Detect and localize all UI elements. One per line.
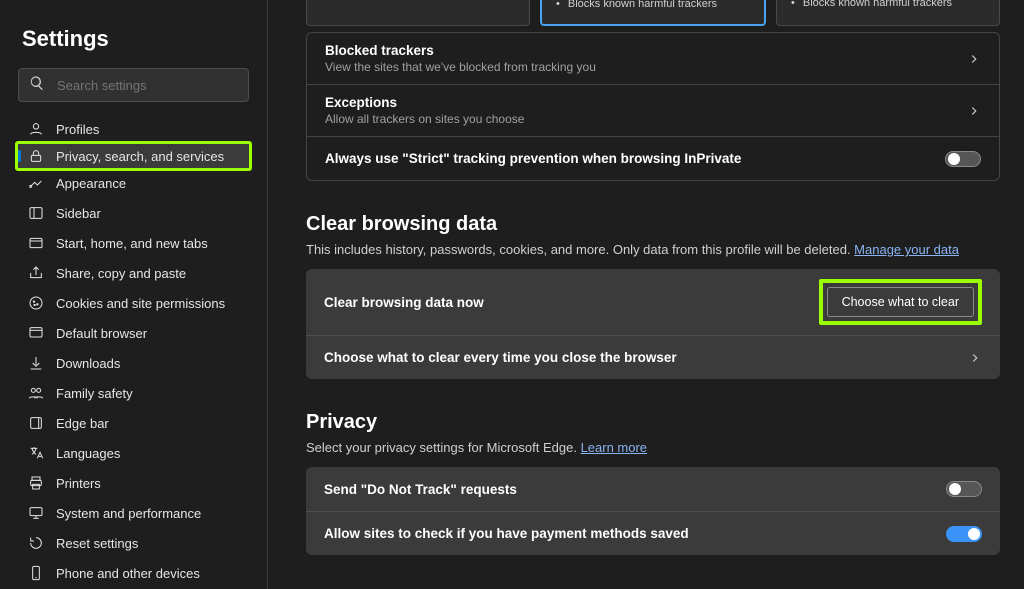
clear-browsing-heading: Clear browsing data xyxy=(306,213,1000,236)
do-not-track-row: Send "Do Not Track" requests xyxy=(306,467,1000,511)
row-title: Exceptions xyxy=(325,95,524,110)
exceptions-row[interactable]: Exceptions Allow all trackers on sites y… xyxy=(307,84,999,136)
phone-icon xyxy=(28,565,44,581)
sidebar-item-share[interactable]: Share, copy and paste xyxy=(18,258,249,288)
sidebar-item-cookies[interactable]: Cookies and site permissions xyxy=(18,288,249,318)
manage-your-data-link[interactable]: Manage your data xyxy=(854,242,959,257)
settings-content: Blocks known harmful trackers Sites will… xyxy=(268,0,1024,589)
reset-icon xyxy=(28,535,44,551)
languages-icon xyxy=(28,445,44,461)
tab-icon xyxy=(28,235,44,251)
sidebar-item-start[interactable]: Start, home, and new tabs xyxy=(18,228,249,258)
clear-now-row: Clear browsing data now Choose what to c… xyxy=(306,269,1000,335)
sidebar-item-label: Languages xyxy=(56,446,120,461)
sidebar-item-edgebar[interactable]: Edge bar xyxy=(18,408,249,438)
row-subtitle: View the sites that we've blocked from t… xyxy=(325,60,596,74)
settings-nav: Profiles Privacy, search, and services A… xyxy=(18,114,249,589)
share-icon xyxy=(28,265,44,281)
sidebar-icon xyxy=(28,205,44,221)
sidebar-item-family[interactable]: Family safety xyxy=(18,378,249,408)
sidebar-item-label: Appearance xyxy=(56,176,126,191)
privacy-heading: Privacy xyxy=(306,411,1000,434)
blocked-trackers-row[interactable]: Blocked trackers View the sites that we'… xyxy=(307,33,999,84)
sidebar-item-label: Cookies and site permissions xyxy=(56,296,225,311)
tracking-card-basic[interactable]: Blocks known harmful trackers xyxy=(306,0,530,26)
sidebar-item-languages[interactable]: Languages xyxy=(18,438,249,468)
tracking-card-balanced[interactable]: Sites will work as expected Blocks known… xyxy=(540,0,766,26)
choose-what-to-clear-button[interactable]: Choose what to clear xyxy=(827,287,974,317)
sidebar-item-printers[interactable]: Printers xyxy=(18,468,249,498)
sidebar-item-downloads[interactable]: Downloads xyxy=(18,348,249,378)
sidebar-item-label: Printers xyxy=(56,476,101,491)
privacy-subtitle: Select your privacy settings for Microso… xyxy=(306,440,1000,455)
settings-sidebar: Settings Profiles Privacy, search, and s… xyxy=(0,0,268,589)
sidebar-item-system[interactable]: System and performance xyxy=(18,498,249,528)
sidebar-item-privacy[interactable]: Privacy, search, and services xyxy=(15,141,252,171)
chevron-right-icon xyxy=(968,351,982,365)
row-title: Clear browsing data now xyxy=(324,295,484,310)
sidebar-item-label: Share, copy and paste xyxy=(56,266,186,281)
sidebar-item-label: Sidebar xyxy=(56,206,101,221)
clear-on-close-row[interactable]: Choose what to clear every time you clos… xyxy=(306,335,1000,379)
row-title: Allow sites to check if you have payment… xyxy=(324,526,689,541)
row-subtitle: Allow all trackers on sites you choose xyxy=(325,112,524,126)
row-title: Blocked trackers xyxy=(325,43,596,58)
sidebar-item-appearance[interactable]: Appearance xyxy=(18,168,249,198)
sidebar-item-label: Start, home, and new tabs xyxy=(56,236,208,251)
profiles-icon xyxy=(28,121,44,137)
search-settings-field[interactable] xyxy=(18,68,249,102)
sidebar-item-label: Reset settings xyxy=(56,536,138,551)
sidebar-item-label: System and performance xyxy=(56,506,201,521)
row-title: Choose what to clear every time you clos… xyxy=(324,350,677,365)
do-not-track-toggle[interactable] xyxy=(946,481,982,497)
sidebar-item-reset[interactable]: Reset settings xyxy=(18,528,249,558)
search-icon xyxy=(29,75,55,96)
printer-icon xyxy=(28,475,44,491)
row-title: Send "Do Not Track" requests xyxy=(324,482,517,497)
sidebar-item-label: Privacy, search, and services xyxy=(56,149,224,164)
search-input[interactable] xyxy=(55,77,238,94)
clear-browsing-subtitle: This includes history, passwords, cookie… xyxy=(306,242,1000,257)
family-icon xyxy=(28,385,44,401)
strict-inprivate-toggle[interactable] xyxy=(945,151,981,167)
sidebar-item-label: Phone and other devices xyxy=(56,566,200,581)
chevron-right-icon xyxy=(967,52,981,66)
payment-methods-row: Allow sites to check if you have payment… xyxy=(306,511,1000,555)
system-icon xyxy=(28,505,44,521)
sidebar-item-label: Downloads xyxy=(56,356,120,371)
payment-methods-toggle[interactable] xyxy=(946,526,982,542)
privacy-list: Send "Do Not Track" requests Allow sites… xyxy=(306,467,1000,555)
clear-browsing-list: Clear browsing data now Choose what to c… xyxy=(306,269,1000,379)
sidebar-item-label: Edge bar xyxy=(56,416,109,431)
row-title: Always use "Strict" tracking prevention … xyxy=(325,151,741,166)
sidebar-item-label: Profiles xyxy=(56,122,99,137)
sidebar-item-default-browser[interactable]: Default browser xyxy=(18,318,249,348)
sidebar-item-sidebar[interactable]: Sidebar xyxy=(18,198,249,228)
download-icon xyxy=(28,355,44,371)
cookie-icon xyxy=(28,295,44,311)
choose-what-to-clear-highlight: Choose what to clear xyxy=(819,279,982,325)
chevron-right-icon xyxy=(967,104,981,118)
tracking-settings-section: Blocked trackers View the sites that we'… xyxy=(306,32,1000,181)
tracking-card-strict[interactable]: Parts of sites might not work Blocks kno… xyxy=(776,0,1000,26)
sidebar-item-profiles[interactable]: Profiles xyxy=(18,114,249,144)
appearance-icon xyxy=(28,175,44,191)
sidebar-item-label: Default browser xyxy=(56,326,147,341)
edgebar-icon xyxy=(28,415,44,431)
settings-title: Settings xyxy=(22,26,245,52)
strict-inprivate-row: Always use "Strict" tracking prevention … xyxy=(307,136,999,180)
privacy-learn-more-link[interactable]: Learn more xyxy=(581,440,647,455)
tracking-level-cards: Blocks known harmful trackers Sites will… xyxy=(306,0,1000,26)
sidebar-item-label: Family safety xyxy=(56,386,133,401)
sidebar-item-phone[interactable]: Phone and other devices xyxy=(18,558,249,588)
browser-icon xyxy=(28,325,44,341)
lock-icon xyxy=(28,148,44,164)
